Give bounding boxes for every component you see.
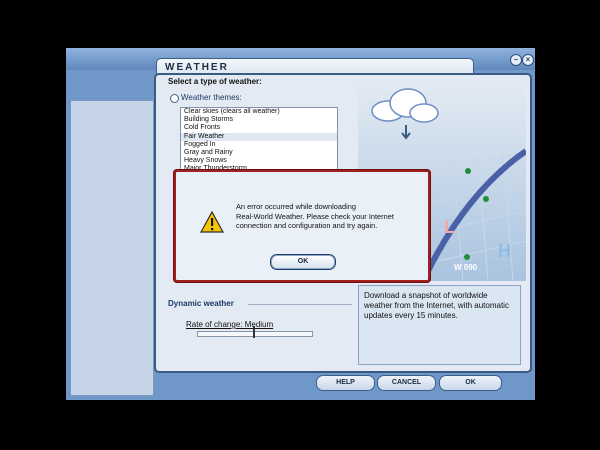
select-weather-heading: Select a type of weather: xyxy=(168,77,262,86)
weather-description: Download a snapshot of worldwide weather… xyxy=(358,285,521,365)
weather-themes-list[interactable]: Clear skies (clears all weather) Buildin… xyxy=(180,107,338,175)
error-line: Real-World Weather. Please check your In… xyxy=(236,211,394,221)
rate-of-change-label: Rate of change: Medium xyxy=(186,320,274,329)
error-ok-button[interactable]: OK xyxy=(270,254,336,270)
ok-button[interactable]: OK xyxy=(439,375,502,391)
error-message: An error occurred while downloading Real… xyxy=(236,202,426,231)
side-panel xyxy=(70,100,154,396)
list-item[interactable]: Fogged In xyxy=(181,141,337,149)
error-line: An error occurred while downloading xyxy=(236,202,356,211)
minimize-icon[interactable]: − xyxy=(510,54,522,66)
warning-icon xyxy=(200,210,224,233)
error-line: connection and configuration and try aga… xyxy=(236,221,378,230)
list-item[interactable]: Clear skies (clears all weather) xyxy=(181,108,337,116)
list-item[interactable]: Heavy Snows xyxy=(181,157,337,165)
cancel-button[interactable]: CANCEL xyxy=(377,375,436,391)
rate-slider[interactable] xyxy=(197,331,313,337)
list-item[interactable]: Fair Weather xyxy=(181,132,337,141)
list-item[interactable]: Gray and Rainy xyxy=(181,149,337,157)
low-pressure-label: L xyxy=(444,217,455,237)
dynamic-weather-label: Dynamic weather xyxy=(168,299,234,308)
divider xyxy=(248,304,352,305)
list-item[interactable]: Cold Fronts xyxy=(181,124,337,132)
help-button[interactable]: HELP xyxy=(316,375,375,391)
weather-themes-radio[interactable] xyxy=(170,94,179,103)
error-dialog: An error occurred while downloading Real… xyxy=(174,170,430,282)
wind-readout: W 090 xyxy=(454,263,478,272)
high-pressure-label: H xyxy=(498,241,511,261)
weather-themes-label: Weather themes: xyxy=(181,93,242,102)
close-icon[interactable]: × xyxy=(522,54,534,66)
list-item[interactable]: Building Storms xyxy=(181,116,337,124)
rate-slider-thumb[interactable] xyxy=(253,326,255,338)
